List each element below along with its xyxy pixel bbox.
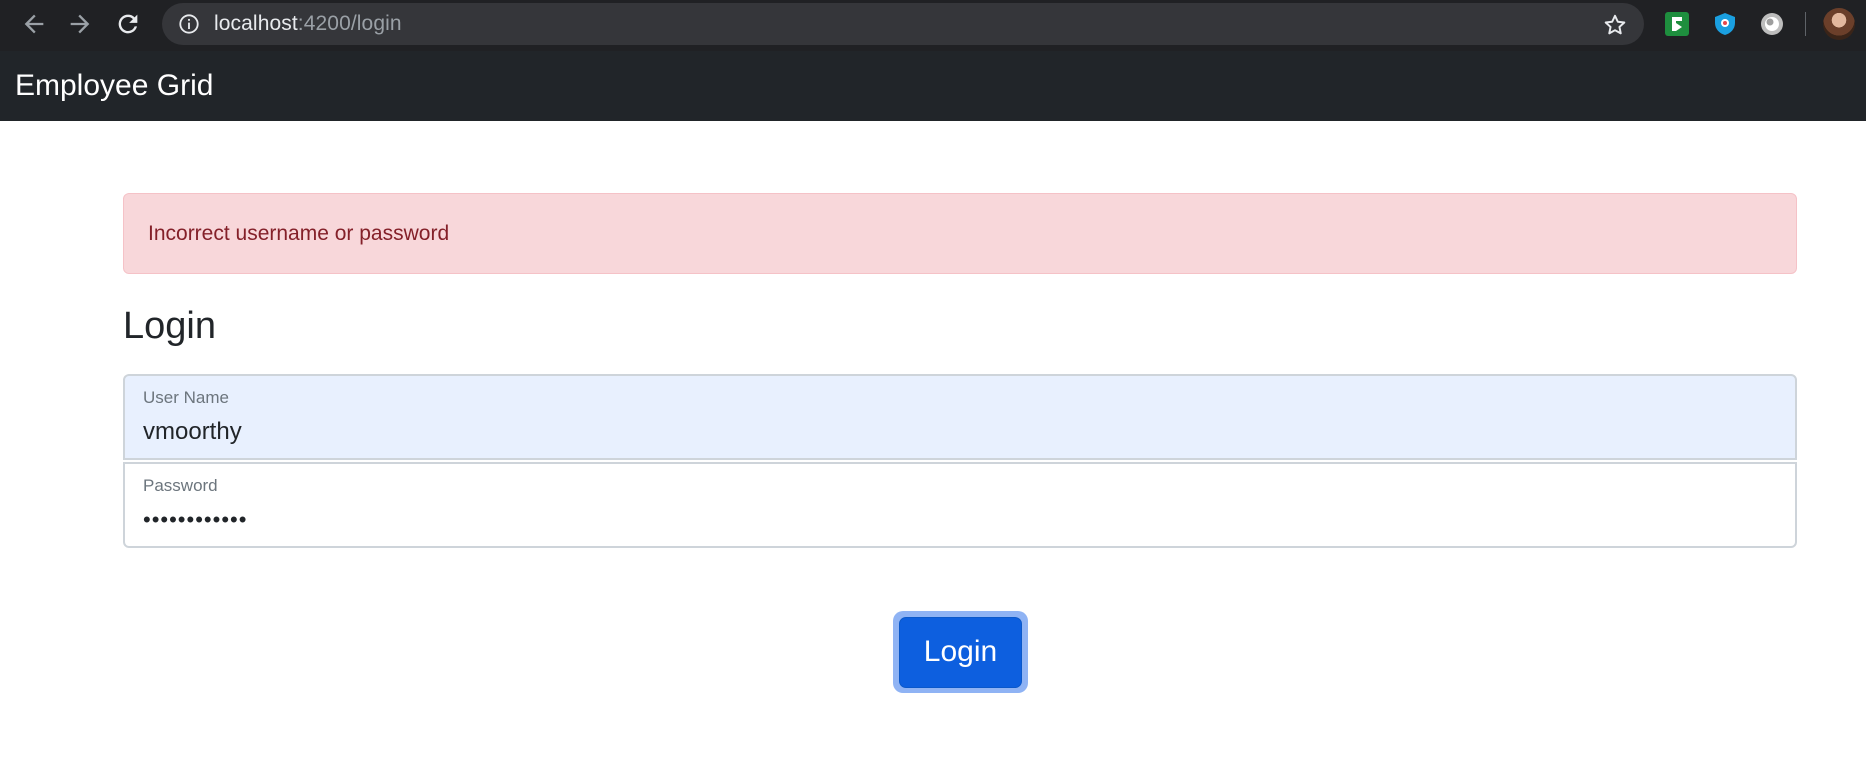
- browser-toolbar: localhost:4200/login: [0, 0, 1866, 51]
- toolbar-separator: [1805, 12, 1806, 36]
- username-label: User Name: [143, 388, 229, 407]
- login-button[interactable]: Login: [899, 616, 1022, 688]
- navbar-brand[interactable]: Employee Grid: [15, 69, 213, 103]
- error-alert-message: Incorrect username or password: [148, 222, 450, 245]
- reload-icon: [118, 14, 138, 34]
- info-icon[interactable]: [178, 13, 200, 35]
- url-path: :4200/login: [297, 12, 402, 35]
- extension-green-icon[interactable]: [1664, 11, 1690, 37]
- extension-shield-icon[interactable]: [1712, 11, 1738, 37]
- reload-button[interactable]: [106, 0, 150, 48]
- extension-circle-icon[interactable]: [1759, 11, 1785, 37]
- username-field: User Name: [123, 374, 1797, 460]
- profile-avatar[interactable]: [1823, 8, 1855, 40]
- address-bar[interactable]: localhost:4200/login: [162, 3, 1644, 45]
- password-label: Password: [143, 476, 218, 495]
- password-field: Password: [123, 462, 1797, 548]
- login-container: Incorrect username or password Login Use…: [123, 193, 1797, 548]
- username-input[interactable]: [143, 416, 1763, 448]
- page-title: Login: [123, 305, 216, 347]
- arrow-left-icon: [24, 14, 44, 34]
- url-host: localhost: [214, 12, 298, 35]
- back-button[interactable]: [12, 0, 56, 48]
- app-navbar: Employee Grid: [0, 51, 1866, 121]
- url-text: localhost:4200/login: [214, 12, 402, 36]
- password-input[interactable]: [143, 504, 1763, 536]
- login-button-focus-ring: Login: [893, 611, 1028, 693]
- star-icon[interactable]: [1602, 12, 1628, 38]
- forward-button[interactable]: [58, 0, 102, 48]
- arrow-right-icon: [70, 14, 90, 34]
- error-alert: Incorrect username or password: [123, 193, 1797, 274]
